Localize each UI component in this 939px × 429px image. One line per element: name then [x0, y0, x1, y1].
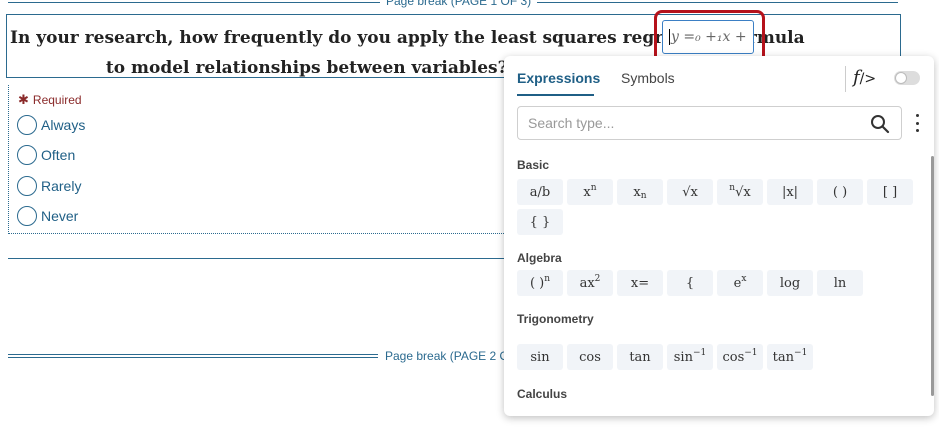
search-input[interactable] [518, 107, 858, 139]
expr-button-basic-4[interactable]: n √x [717, 179, 763, 205]
active-tab-indicator [517, 94, 594, 96]
expr-button-basic-0[interactable]: a/b [517, 179, 563, 205]
radio-rarely[interactable] [17, 176, 37, 196]
expr-button-basic-7[interactable]: [ ] [867, 179, 913, 205]
page-break-1-label: Page break (PAGE 1 OF 3) [380, 0, 538, 8]
function-toggle[interactable] [894, 71, 920, 85]
tab-symbols[interactable]: Symbols [621, 70, 675, 86]
radio-often[interactable] [17, 145, 37, 165]
expr-button-basic-3[interactable]: √x [667, 179, 713, 205]
option-rarely[interactable]: Rarely [17, 176, 81, 196]
option-often[interactable]: Often [17, 145, 75, 165]
question-text-after: to model relationships between variables… [105, 58, 508, 78]
option-always[interactable]: Always [17, 115, 85, 135]
section-divider [8, 258, 508, 259]
category-basic: Basic [517, 158, 550, 172]
required-indicator: ✱ Required [18, 92, 82, 107]
expr-button-algebra-4[interactable]: ex [717, 270, 763, 296]
option-never[interactable]: Never [17, 206, 78, 226]
expr-button-basic-1[interactable]: xn [567, 179, 613, 205]
category-calculus: Calculus [517, 387, 568, 401]
expr-button-basic-5[interactable]: |x| [767, 179, 813, 205]
expr-button-algebra-1[interactable]: ax 2 [567, 270, 613, 296]
expr-button-algebra-6[interactable]: ln [817, 270, 863, 296]
expr-button-algebra-5[interactable]: log [767, 270, 813, 296]
expression-categories: Basic a/b x n x n √x n √x |x|( )[ ]{ } Algebra( ) n… [504, 152, 934, 416]
expr-button-basic-6[interactable]: ( ) [817, 179, 863, 205]
search-box [517, 106, 902, 140]
tab-expressions[interactable]: Expressions [517, 70, 600, 86]
expr-button-algebra-2[interactable]: x= [617, 270, 663, 296]
expr-button-algebra-3[interactable]: { [667, 270, 713, 296]
more-options-icon[interactable] [914, 114, 920, 132]
panel-tabs: Expressions Symbols f/> [504, 56, 934, 96]
radio-always[interactable] [17, 115, 37, 135]
radio-never[interactable] [17, 206, 37, 226]
expr-button-algebra-0[interactable]: ( ) n [517, 270, 563, 296]
expr-button-trigonometry-5[interactable]: tan −1 [767, 344, 813, 370]
expr-button-trigonometry-1[interactable]: cos [567, 344, 613, 370]
expr-button-trigonometry-0[interactable]: sin [517, 344, 563, 370]
page-break-1: Page break (PAGE 1 OF 3) [8, 0, 898, 8]
expr-button-basic-2[interactable]: xn [617, 179, 663, 205]
search-icon[interactable] [870, 114, 890, 134]
panel-scrollbar[interactable] [931, 156, 934, 396]
expression-panel: Expressions Symbols f/> Basica/bxnxn√xn√… [504, 56, 934, 416]
options-group: ✱ Required Always Often Rarely Never [8, 85, 506, 234]
category-algebra: Algebra [517, 251, 562, 265]
function-icon[interactable]: f/> [853, 67, 876, 88]
expr-button-trigonometry-2[interactable]: tan [617, 344, 663, 370]
category-trigonometry: Trigonometry [517, 312, 594, 326]
expr-button-trigonometry-4[interactable]: cos −1 [717, 344, 763, 370]
expr-button-basic-8[interactable]: { } [517, 209, 563, 235]
tabs-divider [845, 66, 846, 92]
page-break-2: Page break (PAGE 2 OF 3) [8, 349, 537, 363]
expr-button-trigonometry-3[interactable]: sin −1 [667, 344, 713, 370]
